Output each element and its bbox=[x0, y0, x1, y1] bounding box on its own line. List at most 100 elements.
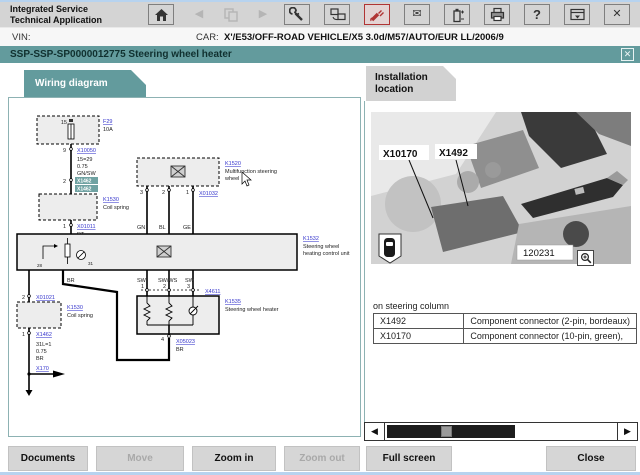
link-k1532[interactable]: K1532 bbox=[303, 236, 319, 242]
link-x01011[interactable]: X01011 bbox=[77, 224, 96, 230]
link-x10050[interactable]: X10050 bbox=[77, 148, 96, 154]
svg-text:1: 1 bbox=[141, 284, 144, 290]
svg-text:4: 4 bbox=[161, 337, 164, 343]
svg-text:heating control unit: heating control unit bbox=[303, 251, 350, 257]
svg-text:X1462: X1462 bbox=[77, 187, 92, 193]
pin-1: 1 bbox=[63, 224, 66, 230]
svg-text:Coil spring: Coil spring bbox=[103, 205, 129, 211]
link-k1520[interactable]: K1520 bbox=[225, 161, 241, 167]
move-button[interactable]: Move bbox=[96, 446, 184, 471]
vehicle-info-bar: VIN: CAR: X'/E53/OFF-ROAD VEHICLE/X5 3.0… bbox=[0, 28, 640, 46]
connector-arrow bbox=[53, 371, 65, 378]
link-k1530[interactable]: K1530 bbox=[103, 197, 119, 203]
car-value: X'/E53/OFF-ROAD VEHICLE/X5 3.0d/M57/AUTO… bbox=[224, 32, 504, 43]
magnifier-plus-icon bbox=[580, 252, 592, 264]
link-x05023[interactable]: X05023 bbox=[176, 339, 195, 345]
scrollbar-track[interactable] bbox=[385, 423, 617, 440]
terminal-15-label: 15 bbox=[61, 120, 67, 126]
tab-installation-location[interactable]: Installation location bbox=[366, 66, 456, 101]
document-history-icon bbox=[223, 7, 239, 22]
back-button[interactable]: ◀ bbox=[186, 4, 212, 25]
scroll-right-button[interactable]: ▶ bbox=[617, 423, 637, 440]
fuse-rating: 10A bbox=[103, 127, 113, 133]
main-toolbar: Integrated Service Technical Application… bbox=[0, 2, 640, 28]
help-button[interactable]: ? bbox=[524, 4, 550, 25]
wrench-icon bbox=[289, 7, 305, 22]
document-title: SSP-SSP-SP0000012775 Steering wheel heat… bbox=[10, 49, 232, 60]
display-change-button[interactable] bbox=[324, 4, 350, 25]
svg-text:GE: GE bbox=[183, 225, 191, 231]
link-x1462[interactable]: X1462 bbox=[36, 332, 52, 338]
component-logo-icon bbox=[157, 246, 171, 257]
svg-text:SW/WS: SW/WS bbox=[158, 278, 178, 284]
display-change-icon bbox=[329, 7, 346, 22]
scrollbar-thumb[interactable] bbox=[441, 426, 452, 437]
link-x170[interactable]: X170 bbox=[36, 366, 49, 372]
zoom-out-button[interactable]: Zoom out bbox=[284, 446, 360, 471]
svg-text:28: 28 bbox=[37, 263, 43, 268]
mail-icon: ✉ bbox=[412, 9, 421, 20]
pin-2: 2 bbox=[63, 179, 66, 185]
installation-caption: on steering column bbox=[373, 301, 449, 311]
svg-text:Steering wheel: Steering wheel bbox=[303, 244, 339, 250]
svg-text:BL: BL bbox=[159, 225, 166, 231]
svg-text:31: 31 bbox=[88, 261, 94, 266]
svg-text:1: 1 bbox=[186, 190, 189, 196]
zoom-in-button[interactable]: Zoom in bbox=[192, 446, 276, 471]
link-f29[interactable]: F29 bbox=[103, 119, 112, 125]
svg-text:2: 2 bbox=[163, 284, 166, 290]
photo-label-x1492: X1492 bbox=[439, 148, 468, 159]
vehicle-connection-button[interactable] bbox=[364, 4, 390, 25]
svg-text:Steering wheel heater: Steering wheel heater bbox=[225, 307, 279, 313]
link-x01032[interactable]: X01032 bbox=[199, 191, 218, 197]
link-k1535[interactable]: K1535 bbox=[225, 299, 241, 305]
print-button[interactable] bbox=[484, 4, 510, 25]
messages-button[interactable]: ✉ bbox=[404, 4, 430, 25]
document-title-bar: SSP-SSP-SP0000012775 Steering wheel heat… bbox=[0, 46, 640, 63]
scroll-left-button[interactable]: ◀ bbox=[365, 423, 385, 440]
battery-voltage-button[interactable] bbox=[444, 4, 470, 25]
photo-zoom-button[interactable] bbox=[577, 250, 594, 266]
minimize-window-button[interactable] bbox=[564, 4, 590, 25]
svg-text:BR: BR bbox=[36, 356, 44, 362]
steering-wheel-heater-box bbox=[137, 296, 219, 334]
wiring-diagram-panel: 15 F29 10A 9 X10050 15=29 0.75 GN/SW 2 X… bbox=[8, 97, 361, 437]
help-icon: ? bbox=[533, 8, 541, 21]
installation-photo: X10170 X1492 120231 bbox=[371, 112, 631, 264]
home-button[interactable] bbox=[148, 4, 174, 25]
forward-button[interactable]: ▶ bbox=[250, 4, 276, 25]
svg-text:X1462: X1462 bbox=[77, 179, 92, 185]
installation-location-panel: X10170 X1492 120231 on steering column bbox=[364, 101, 640, 437]
application-window: Integrated Service Technical Application… bbox=[0, 0, 640, 475]
table-row[interactable]: X1492 Component connector (2-pin, bordea… bbox=[374, 314, 637, 329]
link-x4611[interactable]: X4611 bbox=[205, 289, 221, 295]
svg-text:BR: BR bbox=[176, 347, 184, 353]
coil-spring-box-upper bbox=[39, 194, 97, 220]
svg-text:Multifunction steering: Multifunction steering bbox=[225, 169, 277, 175]
connector-table: X1492 Component connector (2-pin, bordea… bbox=[373, 313, 637, 344]
svg-text:2: 2 bbox=[162, 190, 165, 196]
close-application-button[interactable]: ✕ bbox=[604, 4, 630, 25]
link-x01021[interactable]: X01021 bbox=[36, 295, 55, 301]
close-icon: ✕ bbox=[612, 9, 621, 20]
document-close-button[interactable]: ✕ bbox=[621, 48, 634, 61]
document-history-button[interactable] bbox=[218, 4, 244, 25]
workshop-tools-button[interactable] bbox=[284, 4, 310, 25]
coil-spring-box-lower bbox=[17, 302, 61, 328]
close-button[interactable]: Close bbox=[546, 446, 636, 471]
svg-text:3: 3 bbox=[140, 190, 143, 196]
documents-button[interactable]: Documents bbox=[8, 446, 88, 471]
connector-id-cell: X10170 bbox=[374, 329, 464, 344]
svg-text:wheel: wheel bbox=[224, 176, 239, 182]
svg-text:15=29: 15=29 bbox=[77, 157, 92, 163]
ground-arrow bbox=[26, 390, 33, 396]
vin-label: VIN: bbox=[12, 32, 30, 43]
car-label: CAR: bbox=[196, 32, 219, 43]
table-row[interactable]: X10170 Component connector (10-pin, gree… bbox=[374, 329, 637, 344]
component-logo-icon bbox=[171, 166, 185, 177]
horizontal-scrollbar: ◀ ▶ bbox=[364, 422, 638, 441]
full-screen-button[interactable]: Full screen bbox=[366, 446, 452, 471]
app-title: Integrated Service Technical Application bbox=[10, 4, 102, 25]
tab-wiring-diagram[interactable]: Wiring diagram bbox=[24, 70, 146, 98]
link-k1530[interactable]: K1530 bbox=[67, 305, 83, 311]
